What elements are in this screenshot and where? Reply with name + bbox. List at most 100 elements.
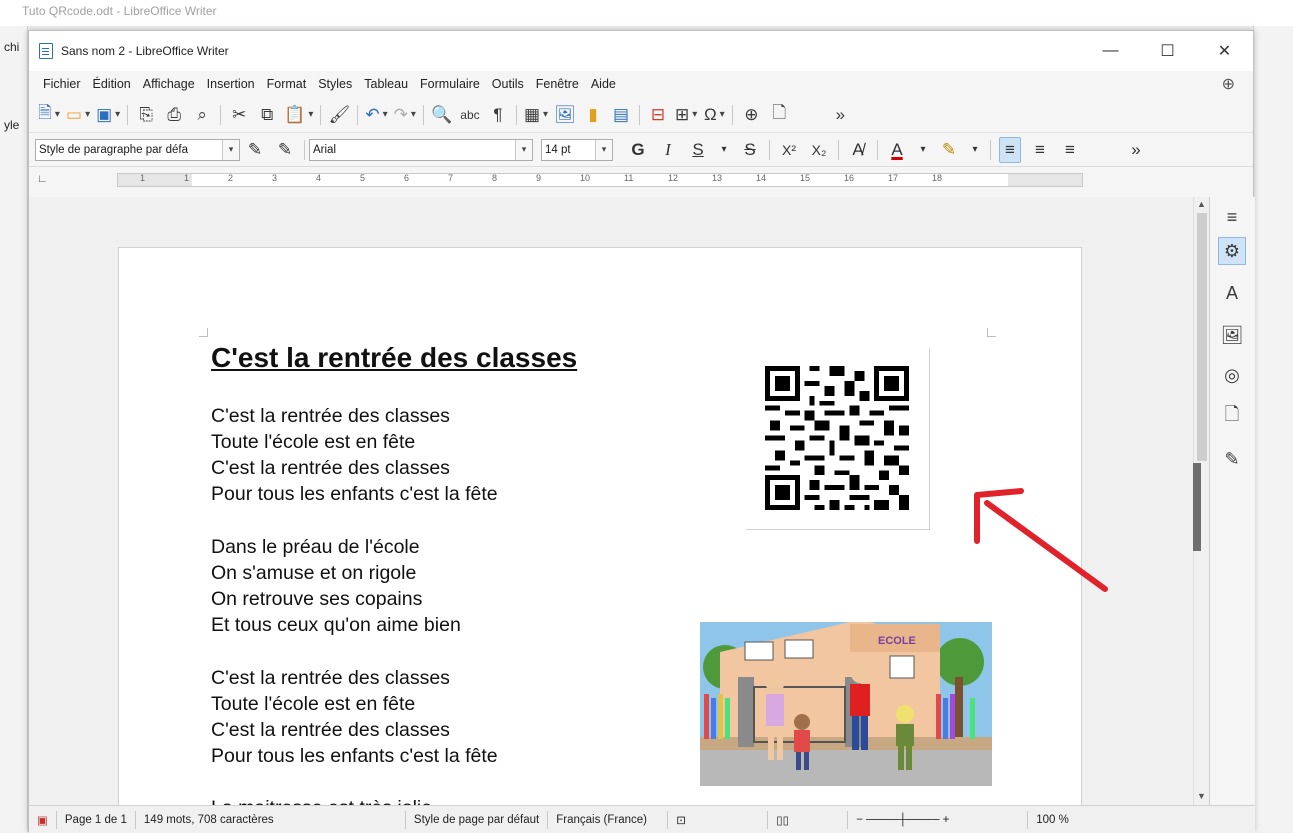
scroll-down-icon[interactable]: ▼ <box>1197 791 1206 801</box>
font-name-select[interactable]: Arial ▾ <box>309 138 533 161</box>
style-inspector-icon[interactable]: ✎ <box>1218 445 1246 473</box>
toolbar-overflow-icon[interactable]: » <box>1125 137 1147 163</box>
insert-chart-icon[interactable]: ▮ <box>582 102 604 128</box>
insert-field-icon[interactable]: ⊞ <box>675 102 697 128</box>
ruler-number: 8 <box>492 173 498 183</box>
align-right-icon[interactable]: ≡ <box>1059 137 1081 163</box>
underline-dropdown-icon[interactable]: ▾ <box>713 137 735 163</box>
tab-stop-selector-icon[interactable]: ∟ <box>37 173 48 185</box>
save-icon[interactable]: ▣ <box>96 102 120 128</box>
document-modified-icon[interactable]: ▣ <box>29 810 57 829</box>
sidebar-menu-icon[interactable]: ≡ <box>1218 203 1246 231</box>
redo-icon[interactable]: ↷ <box>394 102 416 128</box>
insert-hyperlink-icon[interactable]: ⊕ <box>740 102 762 128</box>
school-illustration-image[interactable]: ECOLE <box>700 622 992 786</box>
navigator-icon[interactable]: ◎ <box>1218 361 1246 389</box>
paste-icon[interactable]: 📋 <box>284 102 313 128</box>
undo-icon[interactable]: ↶ <box>365 102 387 128</box>
open-folder-icon[interactable]: ▭ <box>66 102 90 128</box>
page-count[interactable]: Page 1 de 1 <box>57 810 136 829</box>
superscript-button[interactable]: X² <box>778 137 800 163</box>
document-area[interactable]: C'est la rentrée des classes C'est la re… <box>29 197 1193 805</box>
text-line: On retrouve ses copains <box>211 588 423 610</box>
menu-fichier[interactable]: Fichier <box>37 77 87 91</box>
highlight-dropdown-icon[interactable]: ▾ <box>964 137 986 163</box>
font-color-icon[interactable]: A <box>886 137 908 163</box>
menu-affichage[interactable]: Affichage <box>137 77 201 91</box>
font-color-dropdown-icon[interactable]: ▾ <box>912 137 934 163</box>
update-style-icon[interactable]: ✎ <box>244 137 266 163</box>
insert-special-character-icon[interactable]: Ω <box>703 102 725 128</box>
subscript-button[interactable]: X₂ <box>808 137 830 163</box>
zoom-slider[interactable]: − ────┼──── + <box>848 810 1029 829</box>
align-center-icon[interactable]: ≡ <box>1029 137 1051 163</box>
maximize-button[interactable]: ☐ <box>1139 31 1196 71</box>
styles-icon[interactable]: A <box>1218 279 1246 307</box>
close-button[interactable]: ✕ <box>1196 31 1253 71</box>
zoom-level[interactable]: 100 % <box>1028 811 1077 829</box>
menu-tableau[interactable]: Tableau <box>358 77 414 91</box>
menu-insertion[interactable]: Insertion <box>201 77 261 91</box>
stanza-1[interactable]: C'est la rentrée des classes Toute l'éco… <box>211 403 498 507</box>
menu-edition[interactable]: Édition <box>87 77 137 91</box>
paragraph-style-select[interactable]: Style de paragraphe par défa ▾ <box>35 138 240 161</box>
export-pdf-icon[interactable]: ⎘ <box>135 102 157 128</box>
clear-formatting-icon[interactable]: A̸ <box>847 137 869 163</box>
highlight-color-icon[interactable]: ✎ <box>938 137 960 163</box>
stanza-3[interactable]: C'est la rentrée des classes Toute l'éco… <box>211 665 498 769</box>
properties-icon[interactable]: ⚙ <box>1218 237 1246 265</box>
insert-image-icon[interactable]: 🖼 <box>554 102 576 128</box>
background-label: chi <box>4 40 20 54</box>
view-layout-icon[interactable]: ▯▯ <box>768 810 849 829</box>
stanza-4[interactable]: La maitresse est très jolie <box>211 795 432 805</box>
toolbar-overflow-icon[interactable]: » <box>829 102 851 128</box>
qr-code-image[interactable] <box>746 348 930 530</box>
update-globe-icon[interactable]: ⊕ <box>1222 74 1235 94</box>
chevron-down-icon[interactable]: ▾ <box>515 139 532 160</box>
italic-button[interactable]: I <box>657 137 679 163</box>
document-heading[interactable]: C'est la rentrée des classes <box>211 342 577 374</box>
language-status[interactable]: Français (France) <box>548 810 669 829</box>
chevron-down-icon[interactable]: ▾ <box>595 139 612 160</box>
print-icon[interactable]: ⎙ <box>163 102 185 128</box>
clone-formatting-icon[interactable]: 🖌 <box>328 102 351 128</box>
insert-textbox-icon[interactable]: ▤ <box>610 102 632 128</box>
background-label: yle <box>4 118 20 132</box>
scrollbar-thumb[interactable] <box>1197 213 1207 461</box>
minimize-button[interactable]: — <box>1082 31 1139 71</box>
menu-outils[interactable]: Outils <box>486 77 530 91</box>
gallery-icon[interactable]: 🖼 <box>1218 321 1246 349</box>
align-left-icon[interactable]: ≡ <box>999 136 1021 163</box>
bold-button[interactable]: G <box>627 137 649 163</box>
find-replace-icon[interactable]: 🔍 <box>431 102 453 128</box>
page-icon[interactable]: 🗋 <box>1218 403 1246 431</box>
cut-icon[interactable]: ✂ <box>228 102 250 128</box>
strikethrough-button[interactable]: S <box>739 137 761 163</box>
insert-footnote-icon[interactable]: 🗋 <box>768 102 790 128</box>
menu-aide[interactable]: Aide <box>585 77 622 91</box>
horizontal-ruler[interactable]: 1 1 2 3 4 5 6 7 8 9 10 11 12 13 14 15 16 17 18 <box>117 173 1083 187</box>
text-line: C'est la rentrée des classes <box>211 667 450 689</box>
underline-button[interactable]: S <box>687 137 709 163</box>
insert-page-break-icon[interactable]: ⊟ <box>647 102 669 128</box>
menu-fenetre[interactable]: Fenêtre <box>530 77 585 91</box>
word-count[interactable]: 149 mots, 708 caractères <box>136 810 406 829</box>
chevron-down-icon[interactable]: ▾ <box>222 139 239 160</box>
new-document-icon[interactable]: 🗎 <box>38 102 60 128</box>
insert-table-icon[interactable]: ▦ <box>524 102 548 128</box>
menu-formulaire[interactable]: Formulaire <box>414 77 486 91</box>
spelling-icon[interactable]: abc <box>459 102 481 128</box>
menu-styles[interactable]: Styles <box>312 77 358 91</box>
selection-mode-icon[interactable]: ⊡ <box>668 810 769 829</box>
formatting-marks-icon[interactable]: ¶ <box>487 102 509 128</box>
copy-icon[interactable]: ⧉ <box>256 102 278 128</box>
sidebar-collapse-handle[interactable] <box>1193 463 1201 551</box>
menu-format[interactable]: Format <box>261 77 313 91</box>
print-preview-icon[interactable]: ⌕ <box>191 102 213 128</box>
scroll-up-icon[interactable]: ▲ <box>1197 199 1206 209</box>
new-style-icon[interactable]: ✎ <box>274 137 296 163</box>
document-page[interactable]: C'est la rentrée des classes C'est la re… <box>118 247 1082 805</box>
stanza-2[interactable]: Dans le préau de l'école On s'amuse et o… <box>211 534 461 638</box>
font-size-select[interactable]: 14 pt ▾ <box>541 138 613 161</box>
page-style[interactable]: Style de page par défaut <box>406 810 549 829</box>
